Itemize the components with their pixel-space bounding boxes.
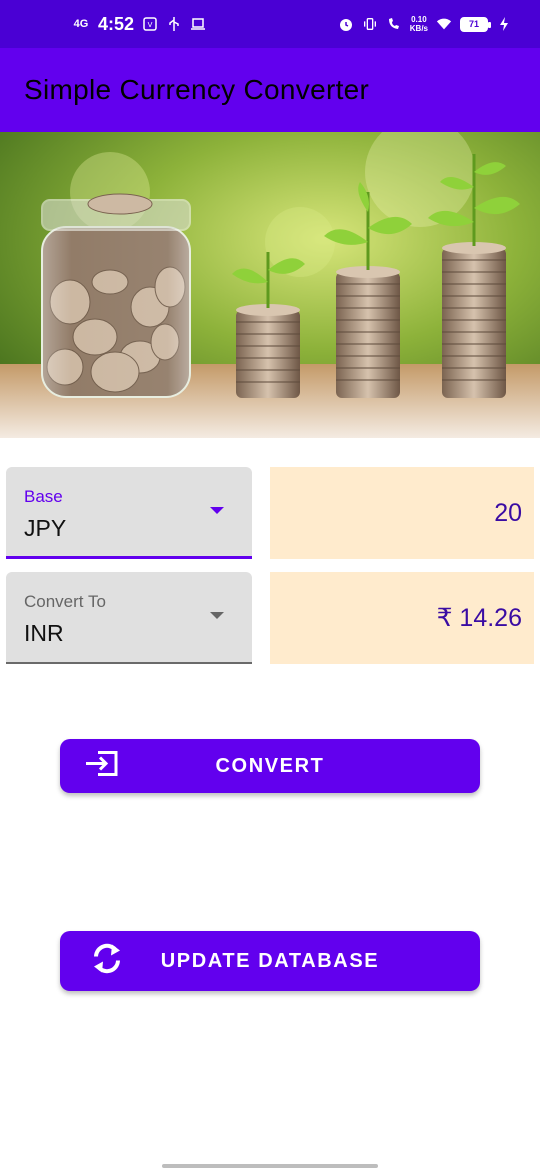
wifi-icon	[436, 16, 452, 32]
alarm-icon	[338, 16, 354, 32]
data-speed-value: 0.10	[411, 15, 427, 24]
status-bar: 4G 4:52 V 0.10 KB/s 71	[0, 0, 540, 48]
coin-jar	[41, 193, 191, 398]
volte-icon: V	[142, 16, 158, 32]
data-speed: 0.10 KB/s	[410, 15, 428, 33]
battery-level: 71	[468, 19, 479, 29]
base-currency-dropdown[interactable]: Base JPY	[6, 467, 252, 559]
convert-to-label: Convert To	[24, 592, 106, 611]
convert-button[interactable]: CONVERT	[60, 739, 480, 793]
result-output: ₹ 14.26	[270, 572, 534, 664]
amount-value: 20	[494, 498, 522, 527]
dropdown-arrow-icon[interactable]	[210, 507, 224, 514]
update-database-button[interactable]: UPDATE DATABASE	[60, 931, 480, 991]
laptop-icon	[190, 16, 206, 32]
convert-to-dropdown[interactable]: Convert To INR	[6, 572, 252, 664]
data-speed-unit: KB/s	[409, 24, 428, 33]
base-label: Base	[24, 487, 63, 506]
update-database-label: UPDATE DATABASE	[160, 949, 380, 972]
clock: 4:52	[98, 13, 135, 34]
status-left: 4G 4:52 V	[72, 0, 206, 48]
hero-image	[0, 132, 540, 438]
wifi-calling-icon	[386, 16, 402, 32]
app-title: Simple Currency Converter	[24, 74, 370, 105]
battery-icon: 71	[460, 16, 491, 32]
charging-icon	[496, 16, 512, 32]
convert-label: CONVERT	[215, 754, 325, 777]
network-type: 4G	[73, 18, 89, 30]
base-value: JPY	[24, 515, 67, 541]
vibrate-icon	[362, 16, 378, 32]
status-right: 0.10 KB/s 71	[338, 0, 512, 48]
dropdown-arrow-icon[interactable]	[210, 612, 224, 619]
usb-icon	[166, 16, 182, 32]
svg-text:V: V	[148, 21, 153, 29]
result-value: ₹ 14.26	[436, 604, 522, 632]
coin-jar-illustration	[0, 132, 540, 438]
amount-input[interactable]: 20	[270, 467, 534, 559]
convert-to-value: INR	[24, 620, 64, 646]
app-bar: Simple Currency Converter	[0, 48, 540, 132]
home-indicator[interactable]	[162, 1164, 378, 1168]
